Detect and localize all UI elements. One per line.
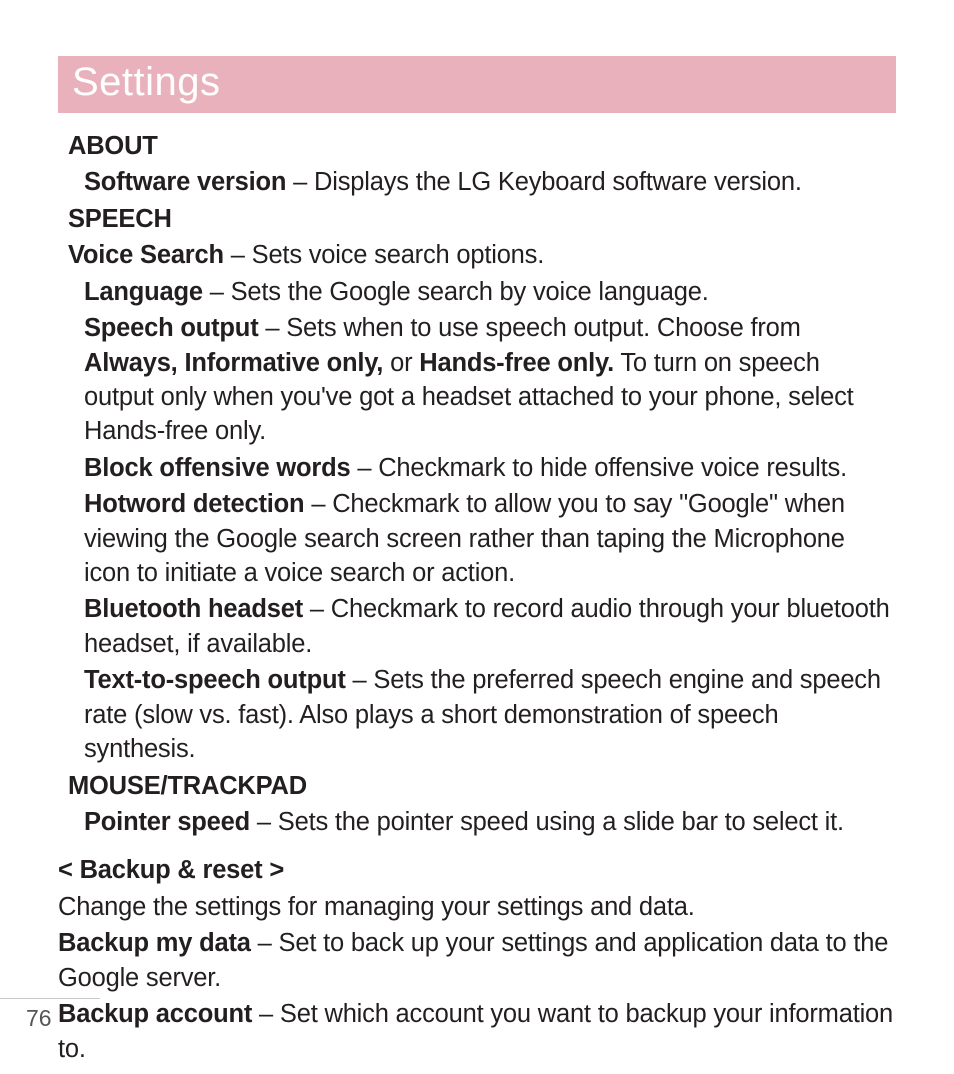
backup-my-data-label: Backup my data (58, 929, 251, 957)
page-title-bar: Settings (58, 56, 896, 113)
opt-handsfree: Hands-free only. (419, 349, 614, 377)
backup-heading: < Backup & reset > (58, 853, 896, 887)
voice-search-line: Voice Search – Sets voice search options… (68, 238, 896, 272)
speech-output-line: Speech output – Sets when to use speech … (84, 311, 896, 449)
tts-line: Text-to-speech output – Sets the preferr… (84, 663, 896, 766)
language-line: Language – Sets the Google search by voi… (84, 275, 896, 309)
footer-rule (0, 998, 100, 999)
page-content: ABOUT Software version – Displays the LG… (58, 113, 896, 1066)
software-version-desc: – Displays the LG Keyboard software vers… (286, 168, 801, 196)
bluetooth-line: Bluetooth headset – Checkmark to record … (84, 592, 896, 661)
pointer-desc: – Sets the pointer speed using a slide b… (250, 808, 844, 836)
page-number: 76 (26, 1005, 954, 1032)
backup-my-data-line: Backup my data – Set to back up your set… (58, 926, 896, 995)
about-heading: ABOUT (68, 129, 896, 163)
language-desc: – Sets the Google search by voice langua… (203, 278, 709, 306)
backup-reset-block: < Backup & reset > Change the settings f… (58, 853, 896, 1066)
block-offensive-desc: – Checkmark to hide offensive voice resu… (350, 454, 847, 482)
block-offensive-label: Block offensive words (84, 454, 350, 482)
voice-search-label: Voice Search (68, 241, 224, 269)
pointer-speed-line: Pointer speed – Sets the pointer speed u… (84, 805, 896, 839)
opt-always: Always, Informative only, (84, 349, 383, 377)
software-version-line: Software version – Displays the LG Keybo… (84, 165, 896, 199)
mouse-heading: MOUSE/TRACKPAD (68, 769, 896, 803)
tts-label: Text-to-speech output (84, 666, 346, 694)
bluetooth-label: Bluetooth headset (84, 595, 303, 623)
opt-or: or (383, 349, 419, 377)
hotword-line: Hotword detection – Checkmark to allow y… (84, 487, 896, 590)
voice-search-desc: – Sets voice search options. (224, 241, 544, 269)
language-label: Language (84, 278, 203, 306)
speech-output-label: Speech output (84, 314, 258, 342)
block-offensive-line: Block offensive words – Checkmark to hid… (84, 451, 896, 485)
speech-output-lead: – Sets when to use speech output. Choose… (258, 314, 800, 342)
manual-page: Settings ABOUT Software version – Displa… (0, 0, 954, 1074)
software-version-label: Software version (84, 168, 286, 196)
backup-intro: Change the settings for managing your se… (58, 890, 896, 924)
pointer-label: Pointer speed (84, 808, 250, 836)
speech-heading: SPEECH (68, 202, 896, 236)
page-title: Settings (72, 60, 221, 104)
hotword-label: Hotword detection (84, 490, 304, 518)
page-footer: 76 (0, 998, 954, 1032)
